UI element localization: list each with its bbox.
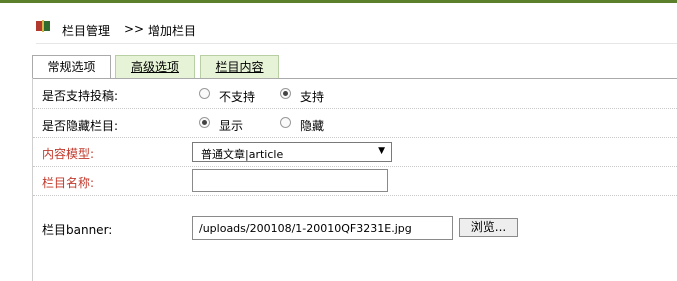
breadcrumb-item-add-column: 增加栏目 (148, 24, 197, 38)
tab-column-content-label: 栏目内容 (215, 60, 264, 74)
row-allow-submit: 是否支持投稿: (33, 79, 677, 109)
breadcrumb-divider (36, 43, 677, 44)
radio-not-support[interactable] (199, 88, 210, 99)
tab-advanced[interactable]: 高级选项 (115, 55, 195, 78)
banner-label: 栏目banner: (42, 223, 113, 237)
radio-not-support-label: 不支持 (219, 90, 256, 104)
banner-path-input[interactable] (192, 216, 453, 240)
browse-button[interactable]: 浏览... (459, 218, 518, 237)
allow-submit-label: 是否支持投稿: (42, 89, 119, 103)
column-name-input[interactable] (192, 169, 388, 192)
radio-hide-label: 隐藏 (300, 119, 325, 133)
breadcrumb-separator: >> (124, 22, 145, 36)
radio-show-label: 显示 (219, 119, 244, 133)
breadcrumb: 栏目管理 >> 增加栏目 (36, 14, 677, 44)
book-icon (36, 20, 50, 32)
breadcrumb-item-column-management[interactable]: 栏目管理 (62, 22, 110, 39)
tab-general[interactable]: 常规选项 (32, 55, 111, 79)
tab-general-label: 常规选项 (47, 60, 96, 74)
content-model-value: 普通文章|article (201, 148, 284, 161)
tab-column-content[interactable]: 栏目内容 (200, 55, 279, 78)
content-model-label: 内容模型: (42, 147, 95, 161)
radio-hide[interactable] (280, 117, 291, 128)
hide-column-label: 是否隐藏栏目: (42, 119, 119, 133)
column-name-label: 栏目名称: (42, 176, 95, 190)
radio-support-label: 支持 (300, 90, 325, 104)
content-model-select[interactable]: 普通文章|article ▼ (192, 142, 392, 162)
tab-bar: 常规选项 高级选项 栏目内容 (32, 55, 677, 79)
dropdown-arrow-icon: ▼ (378, 146, 385, 156)
tab-advanced-label: 高级选项 (130, 60, 179, 74)
radio-show[interactable] (199, 117, 210, 128)
row-hide-column: 是否隐藏栏目: (33, 109, 677, 138)
radio-support[interactable] (280, 88, 291, 99)
top-accent-bar (0, 0, 677, 3)
